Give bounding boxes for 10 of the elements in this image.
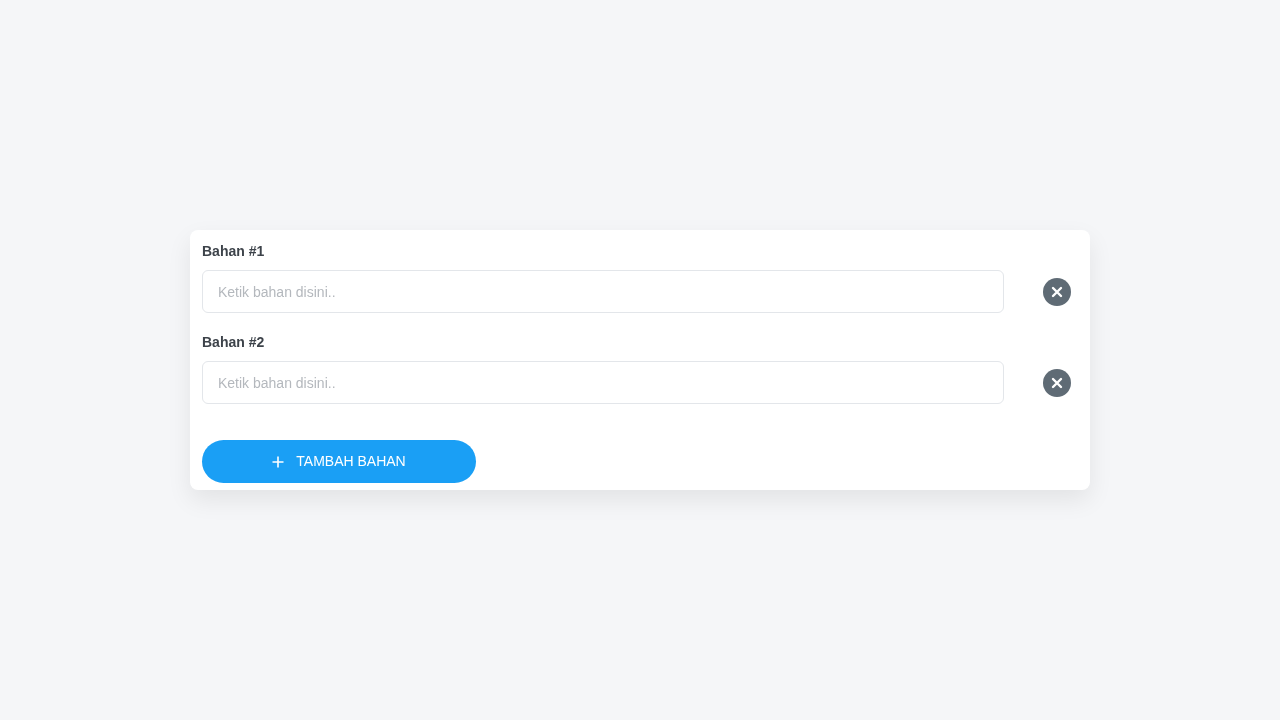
field-label: Bahan #2 <box>202 333 266 351</box>
remove-button[interactable] <box>1043 277 1071 306</box>
add-ingredient-button[interactable]: TAMBAH BAHAN <box>202 440 476 483</box>
ingredient-input[interactable]: Ketik bahan disini.. <box>202 361 1004 404</box>
close-icon <box>1051 285 1063 298</box>
field-label: Bahan #1 <box>202 242 266 260</box>
ingredient-input[interactable]: Ketik bahan disini.. <box>202 270 1004 313</box>
close-icon <box>1051 376 1063 389</box>
remove-button[interactable] <box>1043 368 1071 397</box>
plus-icon <box>272 455 285 468</box>
